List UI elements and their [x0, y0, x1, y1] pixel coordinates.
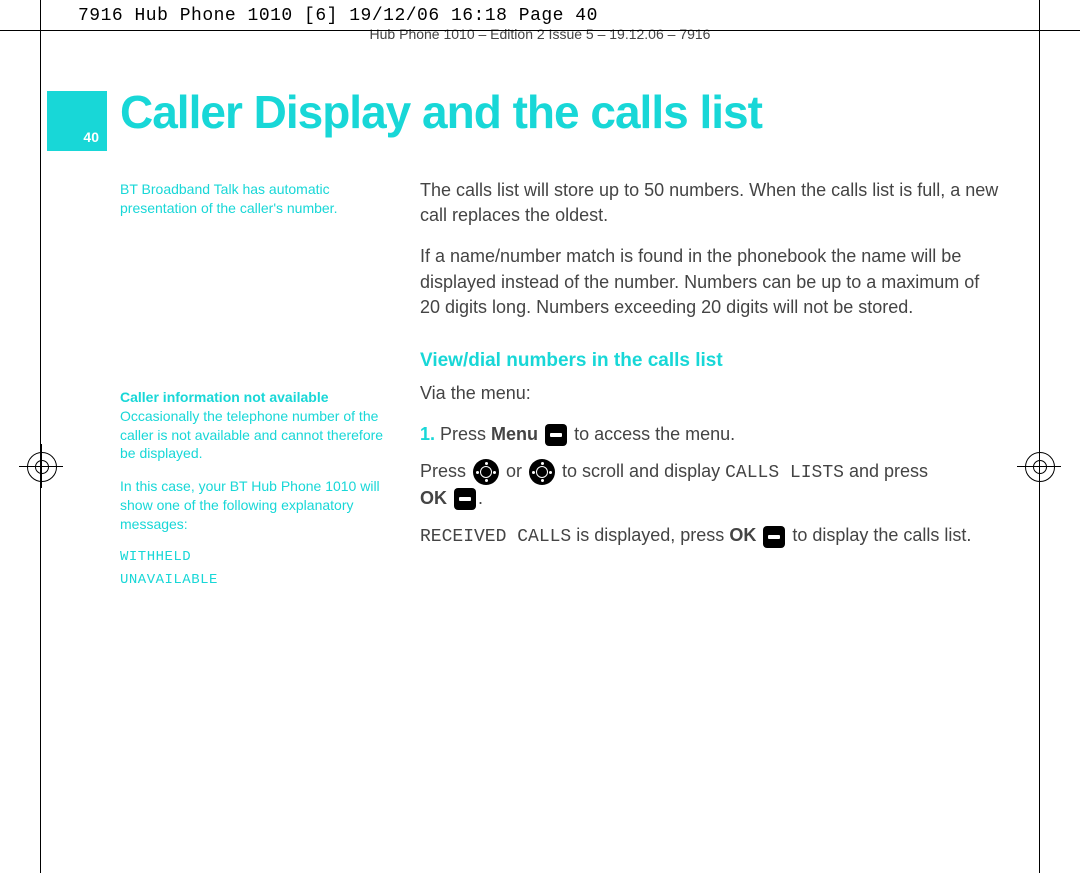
nav-key-icon: [473, 459, 499, 485]
step-text: to display the calls list.: [787, 525, 971, 545]
button-key-icon: [545, 424, 567, 446]
body-via-label: Via the menu:: [420, 381, 1000, 406]
nav-key-icon: [529, 459, 555, 485]
step-2: Press or to scroll and display CALLS LIS…: [420, 459, 1000, 511]
step-3: RECEIVED CALLS is displayed, press OK to…: [420, 523, 1000, 550]
step-text: and press: [844, 461, 928, 481]
page-title: Caller Display and the calls list: [120, 85, 762, 139]
sidebar: BT Broadband Talk has automatic presenta…: [120, 180, 390, 590]
sidebar-note: BT Broadband Talk has automatic presenta…: [120, 180, 390, 218]
received-calls-label: RECEIVED CALLS: [420, 527, 571, 547]
button-key-icon: [454, 488, 476, 510]
sidebar-section-title: Caller information not available: [120, 388, 390, 407]
step-text: Press: [440, 424, 491, 444]
calls-lists-label: CALLS LISTS: [725, 463, 844, 483]
page-number-box: 40: [47, 91, 107, 151]
step-text: or: [501, 461, 527, 481]
body-column: The calls list will store up to 50 numbe…: [420, 178, 1000, 562]
ok-label: OK: [729, 525, 756, 545]
page-number: 40: [83, 129, 99, 145]
ok-label: OK: [420, 488, 447, 508]
sidebar-paragraph: In this case, your BT Hub Phone 1010 wil…: [120, 477, 390, 534]
step-text: is displayed, press: [571, 525, 729, 545]
step-text: Press: [420, 461, 471, 481]
sidebar-msg-withheld: WITHHELD: [120, 548, 390, 567]
step-text: to scroll and display: [557, 461, 725, 481]
menu-label: Menu: [491, 424, 538, 444]
sidebar-paragraph: Occasionally the telephone number of the…: [120, 407, 390, 464]
step-1: 1. Press Menu to access the menu.: [420, 422, 1000, 447]
print-header-line: 7916 Hub Phone 1010 [6] 19/12/06 16:18 P…: [78, 6, 598, 26]
body-paragraph: The calls list will store up to 50 numbe…: [420, 178, 1000, 228]
step-text: .: [478, 488, 483, 508]
step-number: 1.: [420, 424, 435, 444]
body-subtitle: View/dial numbers in the calls list: [420, 348, 1000, 375]
sidebar-msg-unavailable: UNAVAILABLE: [120, 571, 390, 590]
step-text: to access the menu.: [569, 424, 735, 444]
body-paragraph: If a name/number match is found in the p…: [420, 244, 1000, 320]
button-key-icon: [763, 526, 785, 548]
